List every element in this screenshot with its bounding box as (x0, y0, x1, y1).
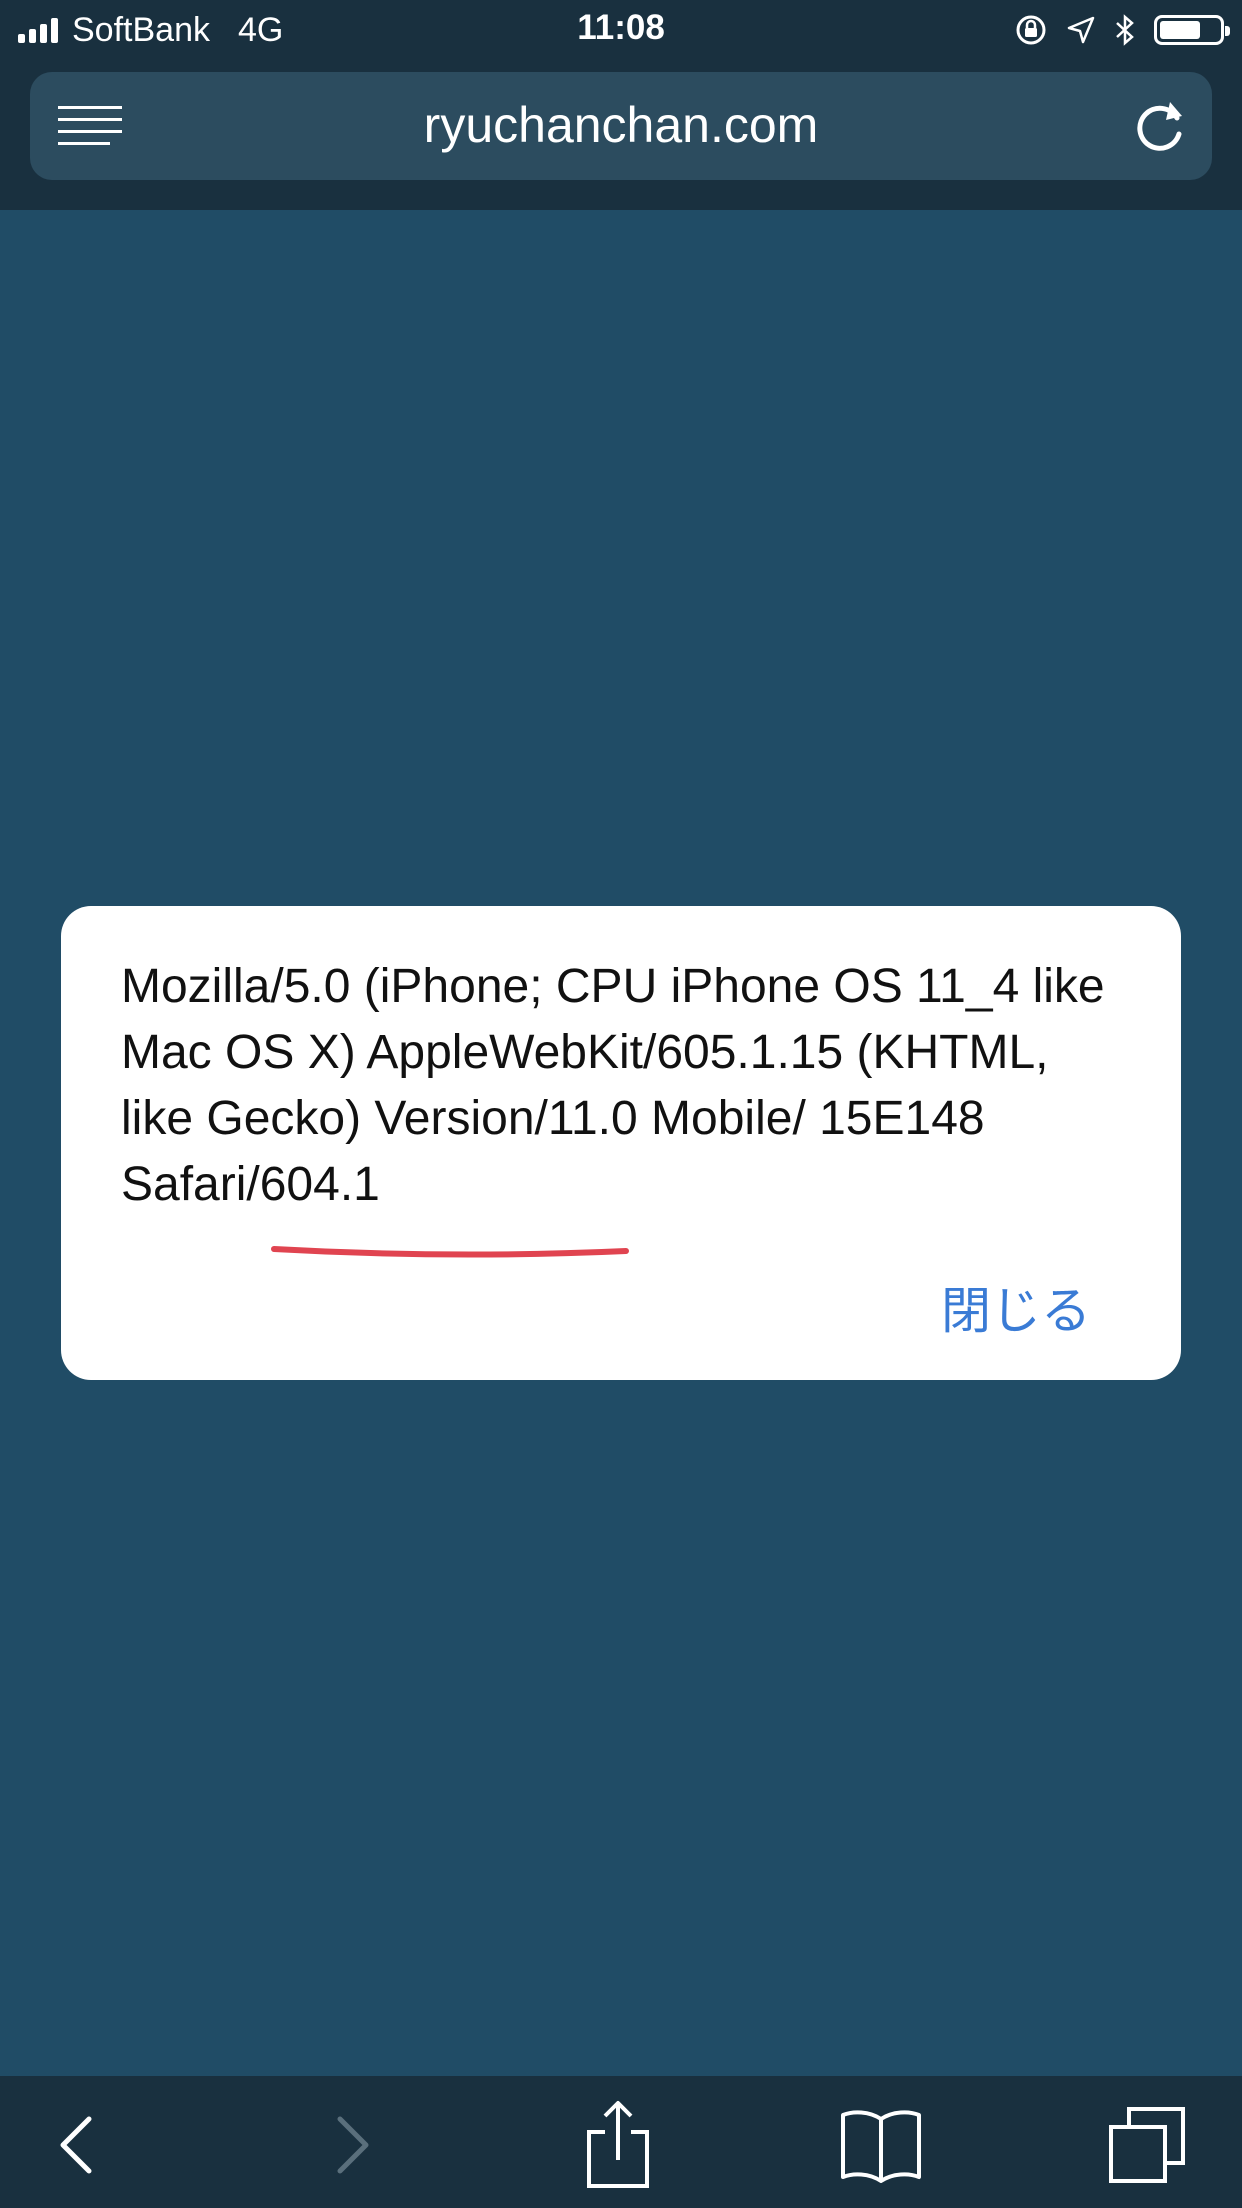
url-text[interactable]: ryuchanchan.com (30, 96, 1212, 154)
alert-dialog: Mozilla/5.0 (iPhone; CPU iPhone OS 11_4 … (61, 906, 1181, 1380)
back-icon (60, 2116, 92, 2174)
tabs-button[interactable] (1102, 2100, 1192, 2190)
close-button[interactable]: 閉じる (941, 1271, 1091, 1343)
bookmarks-icon (841, 2110, 921, 2183)
share-button[interactable] (573, 2100, 663, 2190)
alert-message: Mozilla/5.0 (iPhone; CPU iPhone OS 11_4 … (121, 960, 1105, 1211)
tabs-icon (1109, 2107, 1185, 2183)
forward-button[interactable] (307, 2100, 397, 2190)
share-icon (587, 2101, 649, 2188)
bookmarks-button[interactable] (836, 2100, 926, 2190)
status-icons (1014, 10, 1230, 50)
red-highlight-underline (271, 1246, 629, 1258)
browser-toolbar (0, 2076, 1242, 2208)
status-bar: SoftBank 4G 11:08 (0, 0, 1242, 62)
address-bar[interactable]: ryuchanchan.com (30, 72, 1212, 180)
orientation-lock-icon (1016, 15, 1046, 45)
battery-icon (1154, 15, 1230, 45)
back-button[interactable] (32, 2100, 122, 2190)
forward-icon (337, 2116, 369, 2174)
browser-top-bar: SoftBank 4G 11:08 ryuchanchan.com (0, 0, 1242, 210)
reload-icon[interactable] (1130, 96, 1190, 156)
location-arrow-icon (1067, 16, 1095, 44)
bluetooth-icon (1116, 14, 1134, 46)
